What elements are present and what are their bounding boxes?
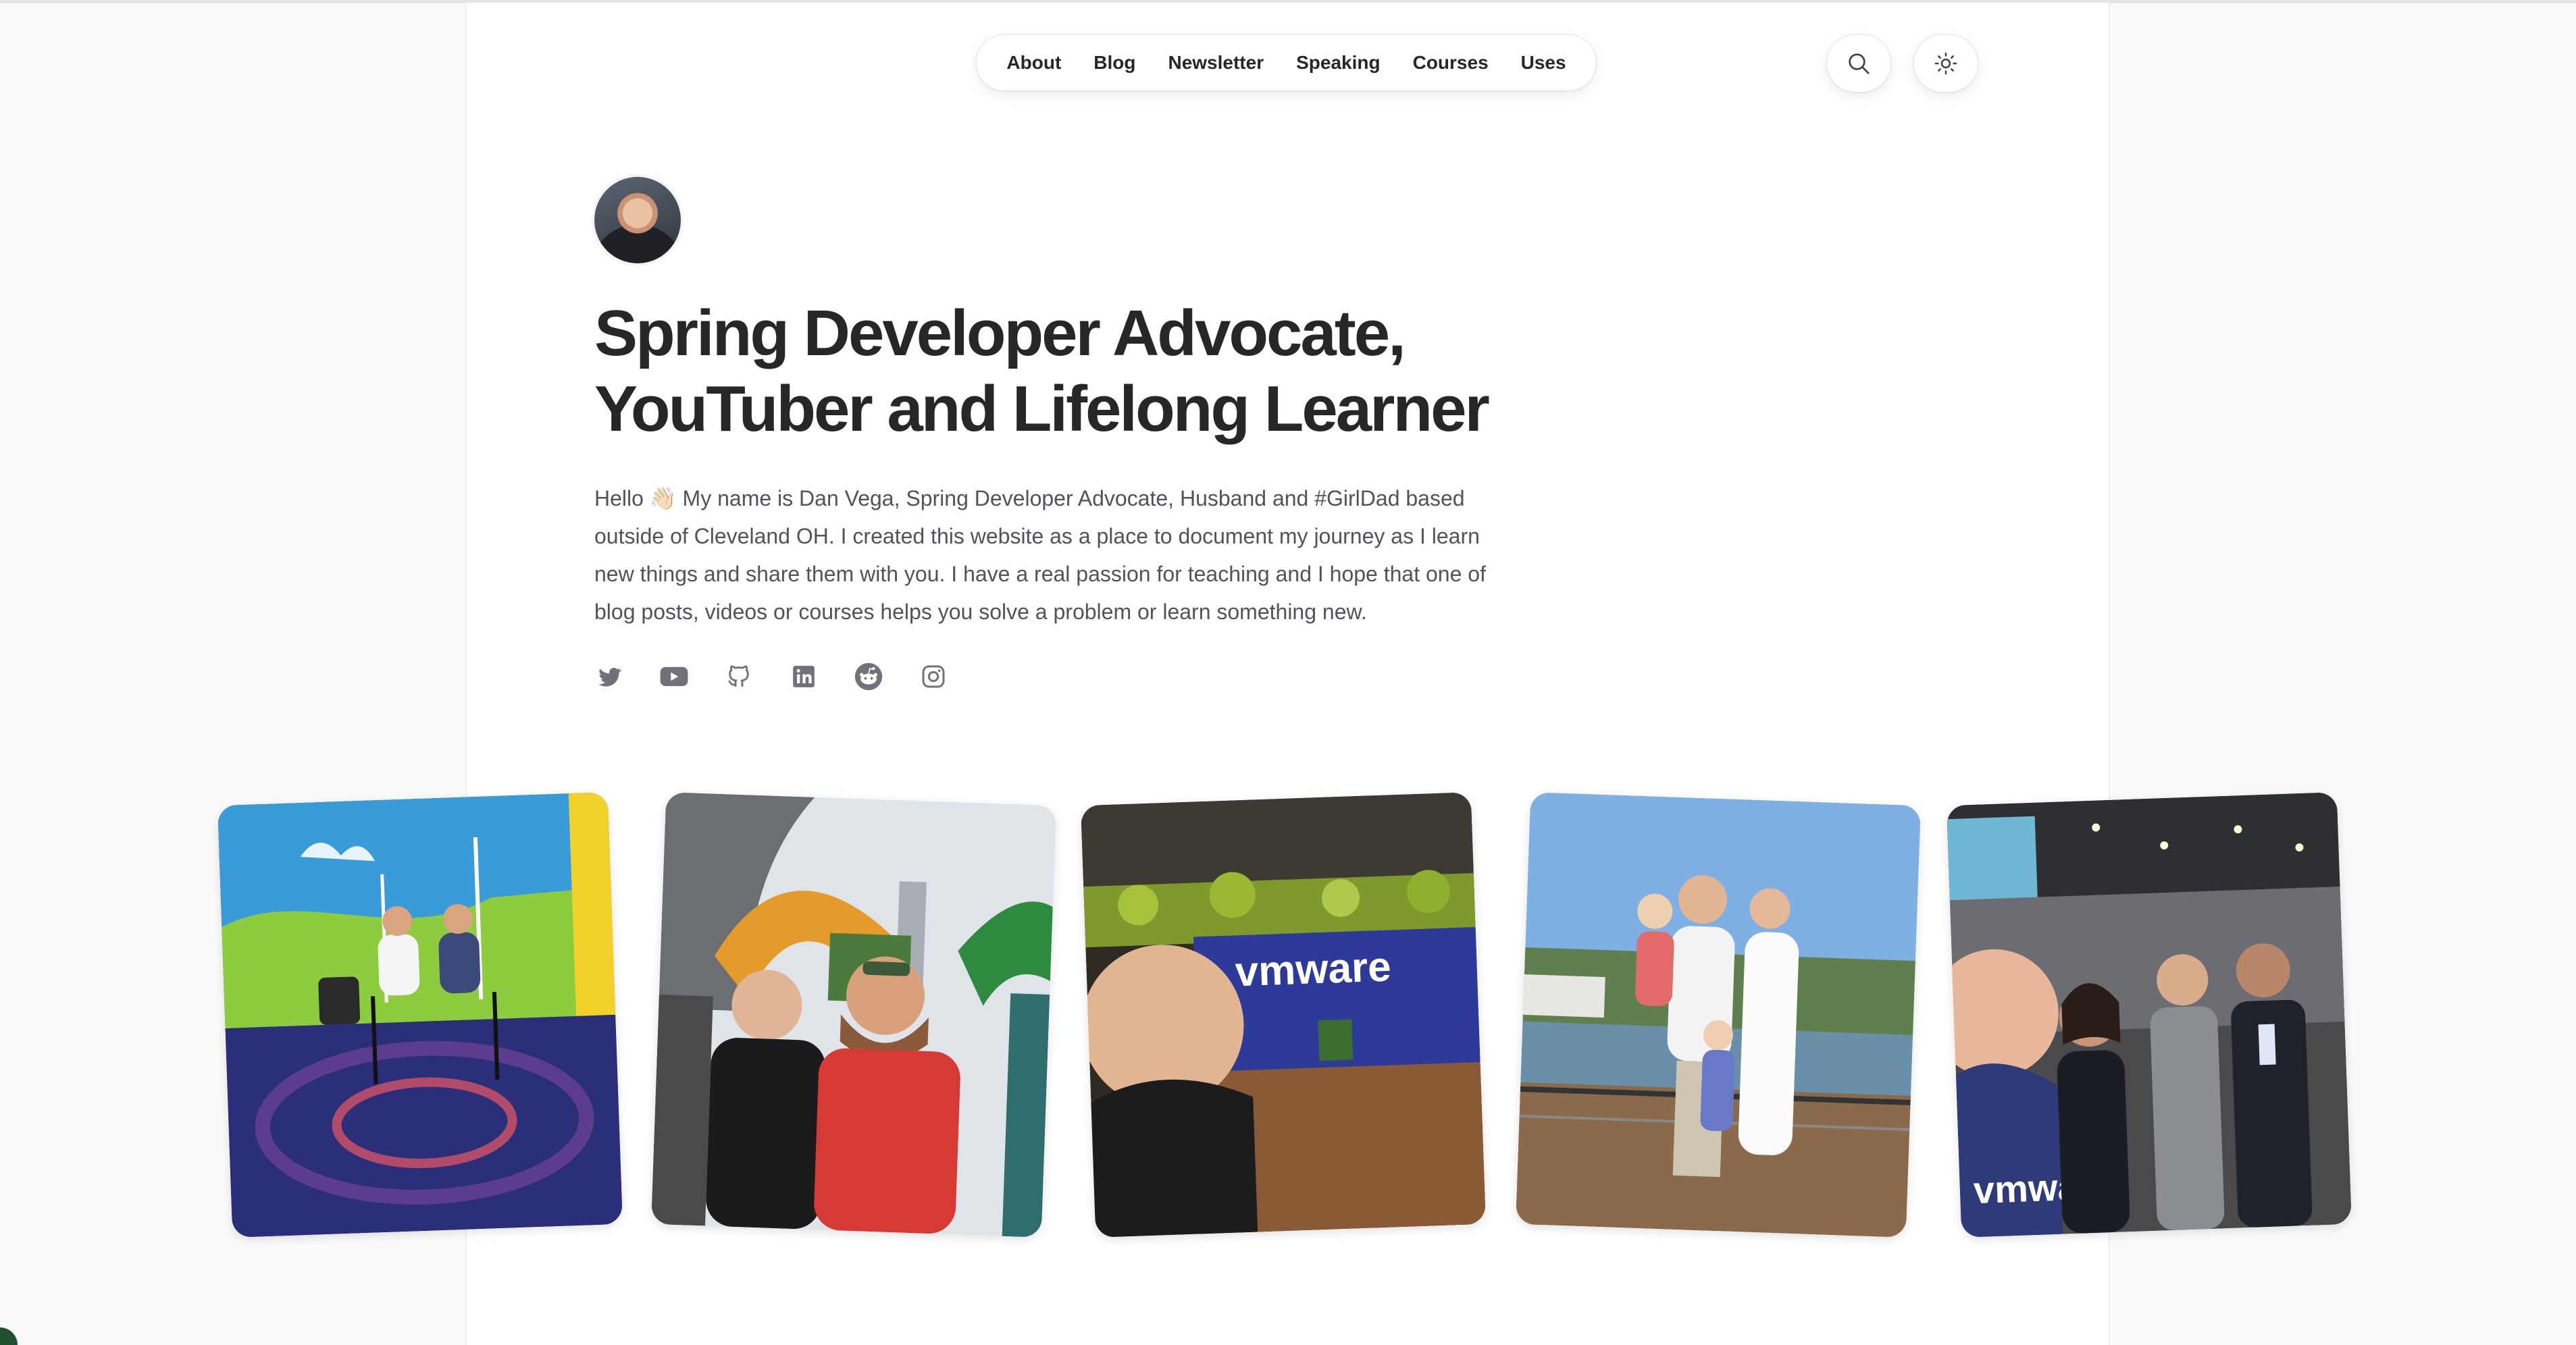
photo-vmware-office: vmware (1081, 792, 1486, 1238)
youtube-icon[interactable] (659, 662, 689, 691)
nav-speaking[interactable]: Speaking (1296, 52, 1380, 74)
nav-courses[interactable]: Courses (1413, 52, 1489, 74)
search-icon (1849, 53, 1870, 74)
page-title: Spring Developer Advocate, YouTuber and … (594, 296, 1607, 447)
photo-expo-hall: vmware (1947, 792, 2352, 1238)
theme-toggle-button[interactable] (1914, 35, 1978, 92)
sun-icon (1934, 52, 1957, 75)
photo-conference-stage (217, 792, 623, 1238)
nav-newsletter[interactable]: Newsletter (1168, 52, 1264, 74)
search-button[interactable] (1827, 35, 1890, 92)
vmware-sign-text: vmware (1235, 943, 1392, 995)
photo-family-waterfront (1516, 792, 1921, 1238)
reddit-icon[interactable] (854, 662, 883, 691)
title-line-2: YouTuber and Lifelong Learner (594, 373, 1490, 445)
github-icon[interactable] (724, 662, 754, 691)
nav-blog[interactable]: Blog (1093, 52, 1135, 74)
twitter-icon[interactable] (594, 662, 624, 691)
instagram-icon[interactable] (919, 662, 948, 691)
social-links (594, 662, 948, 691)
nav-about[interactable]: About (1006, 52, 1061, 74)
avatar[interactable] (594, 177, 681, 263)
intro-paragraph: Hello 👋🏻 My name is Dan Vega, Spring Dev… (594, 486, 1486, 624)
linkedin-icon[interactable] (789, 662, 819, 691)
main-nav: About Blog Newsletter Speaking Courses U… (977, 35, 1596, 90)
title-line-1: Spring Developer Advocate, (594, 297, 1406, 369)
nav-uses[interactable]: Uses (1521, 52, 1566, 74)
photo-friends-outdoors (651, 792, 1056, 1238)
corner-indicator (0, 1327, 18, 1345)
